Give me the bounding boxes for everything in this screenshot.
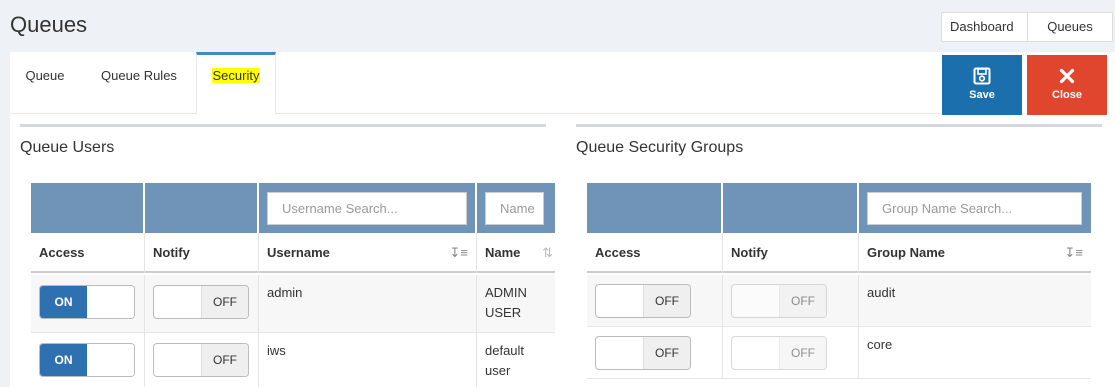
- notify-cell: OFF: [723, 275, 859, 327]
- toggle-off-blank: [87, 286, 134, 318]
- name-search-input[interactable]: Name: [485, 192, 544, 225]
- filter-cell-username: Username Search...: [259, 183, 477, 233]
- page-title: Queues: [10, 12, 88, 37]
- access-cell: ON: [31, 333, 145, 387]
- header-username-label: Username: [267, 245, 330, 260]
- toggle-on-label: ON: [40, 344, 87, 376]
- notify-toggle[interactable]: OFF: [153, 285, 249, 319]
- notify-cell: OFF: [723, 327, 859, 379]
- filter-cell-group-name: Group Name Search...: [859, 183, 1091, 233]
- name-line-1: default: [485, 343, 525, 358]
- name-cell: ADMIN USER: [477, 275, 555, 333]
- users-section-title: Queue Users: [20, 139, 115, 156]
- notify-toggle[interactable]: OFF: [731, 336, 827, 370]
- groups-header-row: Access Notify Group Name ↧≡: [587, 233, 1091, 273]
- close-button[interactable]: Close: [1027, 55, 1107, 115]
- table-row: OFF OFF audit: [587, 275, 1091, 327]
- tab-bar: Queue Queue Rules Security: [10, 52, 940, 115]
- group-name-cell: audit: [867, 285, 896, 300]
- notify-cell: OFF: [145, 333, 259, 387]
- breadcrumb-queues: Queues: [1047, 19, 1093, 34]
- access-toggle[interactable]: OFF: [595, 336, 691, 370]
- toggle-off-label: OFF: [643, 285, 690, 317]
- filter-cell-notify: [723, 183, 859, 233]
- header-name[interactable]: Name ⇅: [477, 233, 555, 273]
- name-cell: default user: [477, 333, 555, 387]
- save-label: Save: [969, 89, 995, 101]
- breadcrumb: Dashboard Queues: [941, 12, 1113, 42]
- table-row: ON OFF admin ADMIN USER: [31, 275, 555, 333]
- name-line-2: user: [485, 363, 511, 378]
- users-section-bar: [20, 124, 546, 127]
- table-row: OFF OFF core: [587, 327, 1091, 379]
- toggle-off-blank: [87, 344, 134, 376]
- sort-icon[interactable]: ⇅: [542, 233, 553, 273]
- access-cell: OFF: [587, 327, 723, 379]
- groups-filter-row: Group Name Search...: [587, 183, 1091, 233]
- sort-descending-icon[interactable]: ↧≡: [450, 233, 468, 273]
- filter-cell-name: Name: [477, 183, 555, 233]
- main-panel: Queue Queue Rules Security Save Close Qu…: [10, 52, 1115, 387]
- close-icon: [1059, 68, 1075, 84]
- users-filter-row: Username Search... Name: [31, 183, 555, 233]
- username-cell: iws: [259, 333, 477, 387]
- header-notify[interactable]: Notify: [145, 233, 259, 273]
- tab-security[interactable]: Security: [196, 52, 276, 115]
- group-name-search-input[interactable]: Group Name Search...: [867, 192, 1082, 225]
- header-username[interactable]: Username ↧≡: [259, 233, 477, 273]
- header-access[interactable]: Access: [587, 233, 723, 273]
- toggle-off-label: OFF: [201, 286, 248, 318]
- close-label: Close: [1052, 89, 1082, 101]
- header-name-label: Name: [485, 245, 521, 260]
- tab-queue[interactable]: Queue: [10, 52, 80, 114]
- header-notify[interactable]: Notify: [723, 233, 859, 273]
- tab-queue-rules[interactable]: Queue Rules: [92, 52, 186, 114]
- table-row: ON OFF iws default user: [31, 333, 555, 387]
- access-toggle[interactable]: ON: [39, 343, 135, 377]
- filter-cell-access: [587, 183, 723, 233]
- access-toggle[interactable]: ON: [39, 285, 135, 319]
- name-line-1: ADMIN: [485, 285, 527, 300]
- group-name-cell: core: [867, 337, 893, 352]
- filter-cell-notify: [145, 183, 259, 233]
- groups-section-title: Queue Security Groups: [576, 139, 744, 156]
- notify-toggle[interactable]: OFF: [153, 343, 249, 377]
- tab-security-label: Security: [211, 68, 261, 83]
- name-line-2: USER: [485, 305, 522, 320]
- toggle-off-label: OFF: [643, 337, 690, 369]
- toggle-off-label: OFF: [201, 344, 248, 376]
- toggle-off-label: OFF: [779, 337, 826, 369]
- filter-cell-access: [31, 183, 145, 233]
- toggle-off-label: OFF: [779, 285, 826, 317]
- notify-toggle[interactable]: OFF: [731, 284, 827, 318]
- breadcrumb-dashboard[interactable]: Dashboard: [942, 13, 1028, 41]
- sort-descending-icon[interactable]: ↧≡: [1065, 233, 1083, 273]
- header-group-name[interactable]: Group Name ↧≡: [859, 233, 1091, 273]
- header-group-name-label: Group Name: [867, 245, 946, 260]
- save-icon: [973, 67, 991, 85]
- access-cell: ON: [31, 275, 145, 333]
- users-header-row: Access Notify Username ↧≡ Name ⇅: [31, 233, 555, 273]
- username-search-input[interactable]: Username Search...: [267, 192, 467, 225]
- toggle-on-label: ON: [40, 286, 87, 318]
- username-cell: admin: [259, 275, 477, 333]
- groups-section-bar: [576, 124, 1102, 127]
- save-button[interactable]: Save: [942, 55, 1022, 115]
- access-cell: OFF: [587, 275, 723, 327]
- header-access[interactable]: Access: [31, 233, 145, 273]
- access-toggle[interactable]: OFF: [595, 284, 691, 318]
- notify-cell: OFF: [145, 275, 259, 333]
